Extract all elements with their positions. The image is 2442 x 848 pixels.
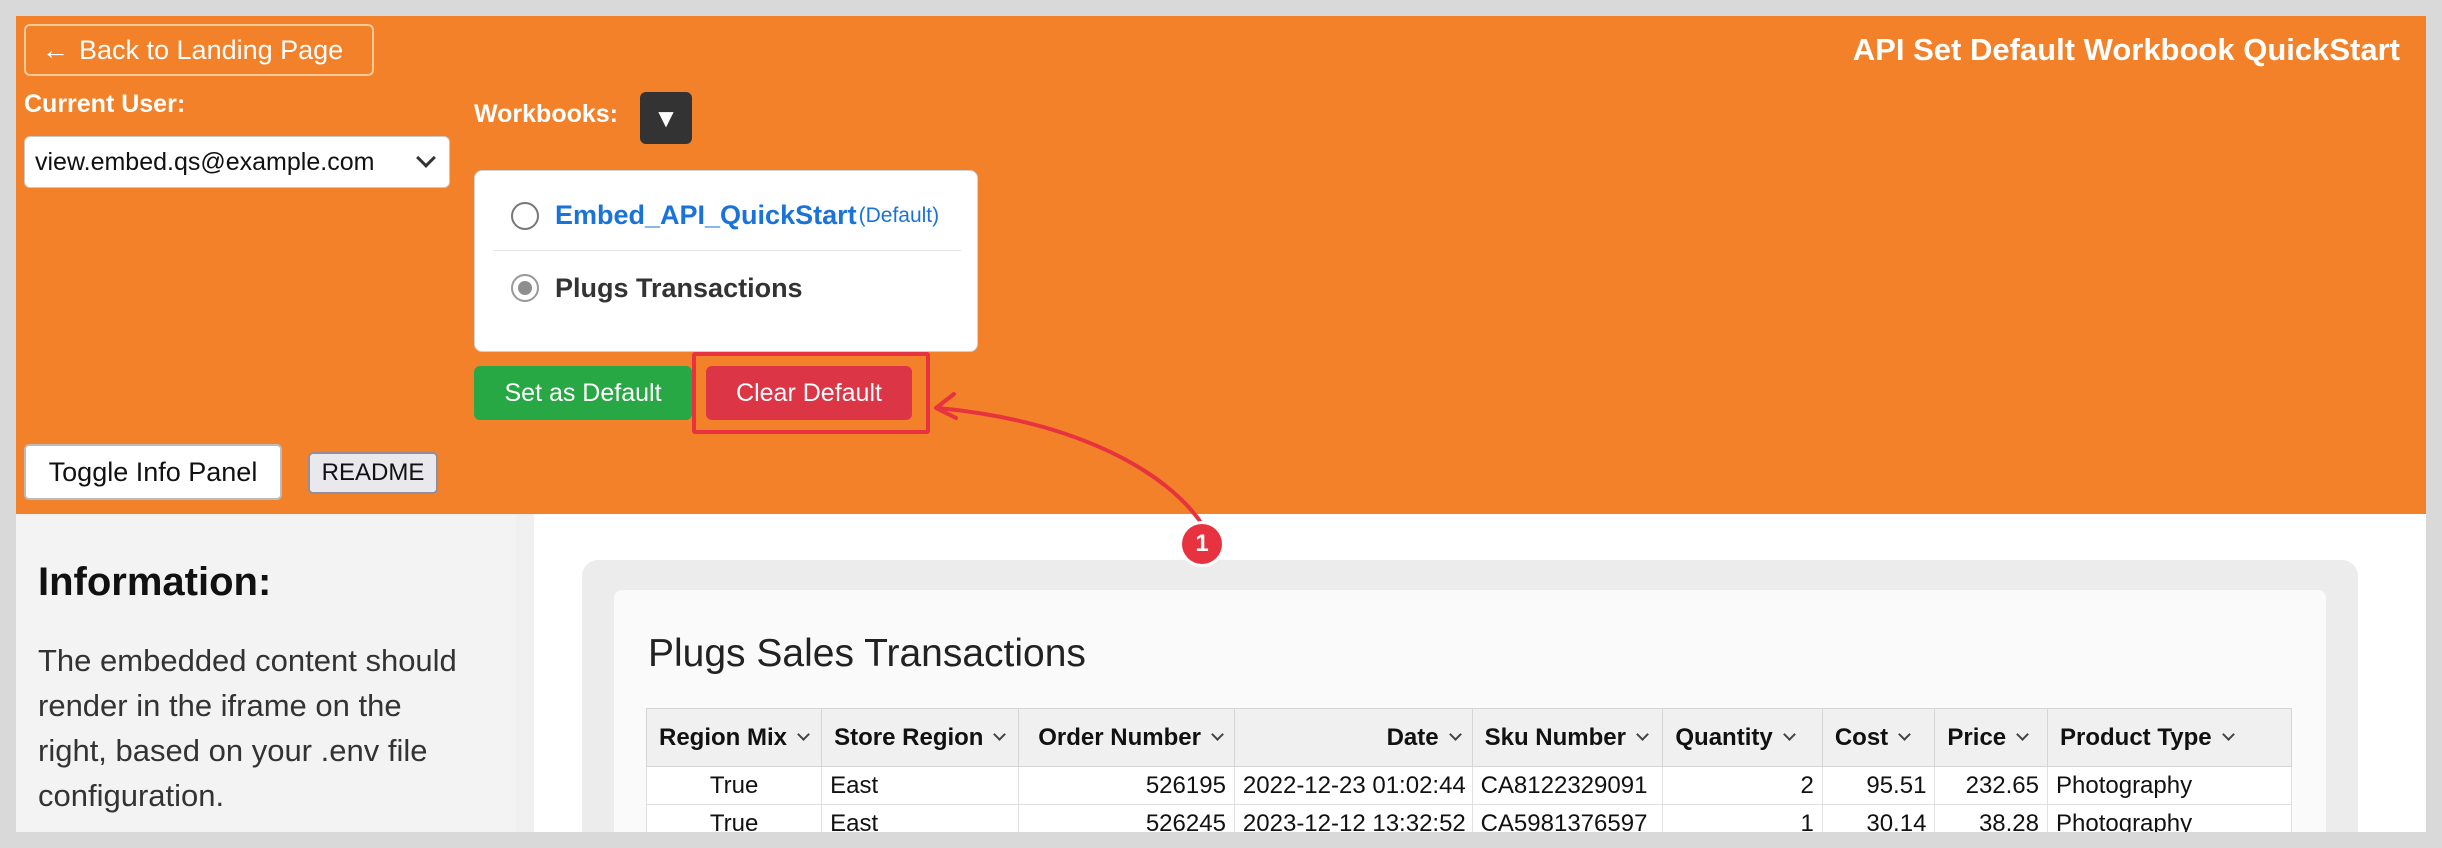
chevron-down-icon[interactable] (993, 728, 1007, 741)
column-header-quantity[interactable]: Quantity (1662, 708, 1823, 767)
info-title: Information: (38, 560, 272, 604)
cell-store-region: East (821, 766, 1020, 805)
column-header-product-type[interactable]: Product Type (2047, 708, 2292, 767)
chevron-down-icon[interactable] (797, 728, 810, 741)
cell-order-number: 526245 (1018, 804, 1235, 832)
cell-price: 38.28 (1934, 804, 2048, 832)
cell-sku-number: CA5981376597 (1471, 804, 1664, 832)
embed-title: Plugs Sales Transactions (648, 632, 1086, 675)
cell-date: 2022-12-23 01:02:44 (1233, 766, 1473, 805)
chevron-down-icon[interactable] (1211, 728, 1224, 741)
workbook-radio-selected[interactable] (511, 274, 539, 302)
column-header-date[interactable]: Date (1233, 708, 1473, 767)
annotation-highlight-box (692, 352, 930, 434)
cell-product-type: Photography (2047, 766, 2292, 805)
column-header-order-number[interactable]: Order Number (1018, 708, 1235, 767)
set-as-default-button[interactable]: Set as Default (474, 366, 692, 420)
workbooks-dropdown-panel: Embed_API_QuickStart (Default) Plugs Tra… (474, 170, 978, 352)
chevron-down-icon[interactable] (1636, 728, 1649, 741)
chevron-down-icon[interactable] (1448, 728, 1462, 741)
table-row[interactable]: True East 526245 2023-12-12 13:32:52 CA5… (645, 804, 2292, 832)
current-user-label: Current User: (24, 90, 186, 118)
workbook-option-plugs-transactions[interactable]: Plugs Transactions (493, 253, 961, 323)
cell-date: 2023-12-12 13:32:52 (1233, 804, 1473, 832)
current-user-select[interactable]: view.embed.qs@example.com (24, 136, 450, 188)
workbooks-label: Workbooks: (474, 100, 618, 128)
cell-quantity: 2 (1662, 766, 1823, 805)
column-header-cost[interactable]: Cost (1821, 708, 1936, 767)
chevron-down-icon[interactable] (1898, 728, 1912, 741)
cell-store-region: East (821, 804, 1020, 832)
back-label: Back to Landing Page (79, 34, 344, 65)
info-panel: Information: The embedded content should… (16, 514, 534, 832)
embed-container: Plugs Sales Transactions Region Mix Stor… (582, 560, 2358, 832)
chevron-down-icon[interactable] (2016, 728, 2030, 741)
column-header-sku-number[interactable]: Sku Number (1471, 708, 1664, 767)
workbook-radio[interactable] (511, 201, 539, 230)
header-bar: ← Back to Landing Page API Set Default W… (16, 16, 2426, 514)
arrow-left-icon: ← (42, 34, 69, 65)
cell-product-type: Photography (2047, 804, 2292, 832)
cell-cost: 30.14 (1821, 804, 1936, 832)
cell-region-mix: True (645, 766, 823, 805)
toggle-info-panel-button[interactable]: Toggle Info Panel (24, 444, 282, 500)
cell-quantity: 1 (1662, 804, 1823, 832)
chevron-down-icon (416, 148, 436, 168)
cell-sku-number: CA8122329091 (1471, 766, 1664, 805)
info-scrollbar[interactable] (516, 514, 1038, 832)
column-header-region-mix[interactable]: Region Mix (645, 708, 823, 767)
workbooks-toggle-button[interactable]: ▼ (640, 92, 692, 144)
embed-card: Plugs Sales Transactions Region Mix Stor… (614, 590, 2326, 832)
info-text: The embedded content should render in th… (38, 643, 457, 813)
back-to-landing-button[interactable]: ← Back to Landing Page (24, 24, 374, 76)
cell-cost: 95.51 (1821, 766, 1936, 805)
chevron-down-icon[interactable] (1782, 728, 1796, 741)
workbook-option-embed-api-quickstart[interactable]: Embed_API_QuickStart (Default) (493, 181, 961, 251)
column-header-store-region[interactable]: Store Region (821, 708, 1020, 767)
table-row[interactable]: True East 526195 2022-12-23 01:02:44 CA8… (645, 766, 2292, 805)
app-window: ← Back to Landing Page API Set Default W… (16, 16, 2426, 832)
current-user-value: view.embed.qs@example.com (35, 147, 375, 176)
workbook-link[interactable]: Embed_API_QuickStart (555, 200, 857, 231)
cell-region-mix: True (645, 804, 823, 832)
annotation-badge: 1 (1182, 524, 1222, 564)
embed-iframe-area: Plugs Sales Transactions Region Mix Stor… (534, 514, 2426, 832)
readme-button[interactable]: README (308, 452, 438, 494)
chevron-down-icon[interactable] (2221, 728, 2235, 741)
column-header-price[interactable]: Price (1934, 708, 2048, 767)
transactions-table: Region Mix Store Region Order Number Dat… (645, 708, 2292, 832)
default-tag: (Default) (858, 203, 940, 227)
app-title: API Set Default Workbook QuickStart (1852, 32, 2400, 67)
cell-price: 232.65 (1934, 766, 2048, 805)
cell-order-number: 526195 (1018, 766, 1235, 805)
workbook-name: Plugs Transactions (555, 272, 803, 303)
